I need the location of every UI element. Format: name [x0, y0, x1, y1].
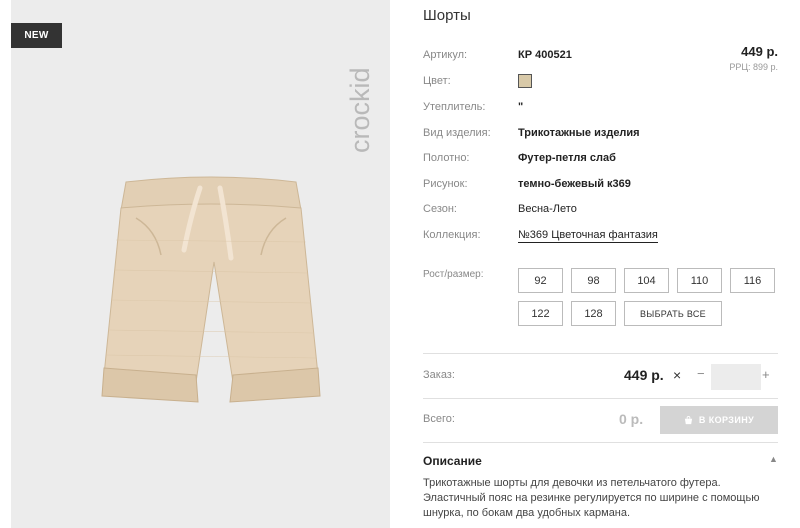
qty-input[interactable] [711, 364, 761, 390]
pattern-label: Рисунок: [423, 178, 468, 190]
brand-logo-text: crockid [349, 67, 375, 153]
pattern-value: темно-бежевый к369 [518, 178, 631, 190]
brand-logo: crockid [349, 67, 375, 153]
qty-plus-button[interactable]: + [762, 367, 770, 382]
collection-label: Коллекция: [423, 229, 481, 241]
collection-link[interactable]: №369 Цветочная фантазия [518, 229, 658, 243]
cart-button-label: В КОРЗИНУ [698, 415, 755, 425]
fabric-value: Футер-петля слаб [518, 152, 616, 164]
article-value: КР 400521 [518, 49, 572, 61]
shorts-illustration [101, 176, 321, 403]
select-all-sizes-button[interactable]: ВЫБРАТЬ ВСЕ [624, 301, 722, 326]
size-option-104[interactable]: 104 [624, 268, 669, 293]
season-label: Сезон: [423, 203, 457, 215]
size-label: Рост/размер: [423, 269, 484, 280]
qty-minus-button[interactable]: − [697, 366, 705, 381]
size-option-110[interactable]: 110 [677, 268, 722, 293]
add-to-cart-button[interactable]: В КОРЗИНУ [660, 406, 778, 434]
type-label: Вид изделия: [423, 127, 491, 139]
total-value: 0 р. [619, 411, 644, 427]
insulation-value: " [518, 101, 524, 113]
total-label: Всего: [423, 413, 455, 425]
insulation-label: Утеплитель: [423, 101, 486, 113]
season-value: Весна-Лето [518, 203, 577, 215]
times-icon: × [673, 367, 682, 383]
color-swatch[interactable] [518, 74, 532, 88]
product-image[interactable]: NEW crockid [11, 0, 390, 528]
size-option-122[interactable]: 122 [518, 301, 563, 326]
article-label: Артикул: [423, 49, 468, 61]
color-label: Цвет: [423, 75, 451, 87]
description-title[interactable]: Описание [423, 454, 482, 468]
divider [423, 442, 778, 443]
collapse-caret-icon[interactable]: ▲ [769, 454, 778, 464]
size-option-128[interactable]: 128 [571, 301, 616, 326]
fabric-label: Полотно: [423, 152, 470, 164]
new-badge: NEW [11, 23, 62, 48]
order-label: Заказ: [423, 369, 455, 381]
rrp-price: РРЦ: 899 р. [729, 62, 778, 72]
size-option-116[interactable]: 116 [730, 268, 775, 293]
size-option-98[interactable]: 98 [571, 268, 616, 293]
order-price: 449 р. [624, 367, 664, 383]
type-value: Трикотажные изделия [518, 127, 640, 139]
divider [423, 398, 778, 399]
cart-icon [684, 415, 693, 424]
description-text: Трикотажные шорты для девочки из петельч… [423, 477, 760, 519]
product-title: Шорты [423, 7, 471, 24]
price: 449 р. [741, 44, 778, 59]
size-option-92[interactable]: 92 [518, 268, 563, 293]
divider [423, 353, 778, 354]
